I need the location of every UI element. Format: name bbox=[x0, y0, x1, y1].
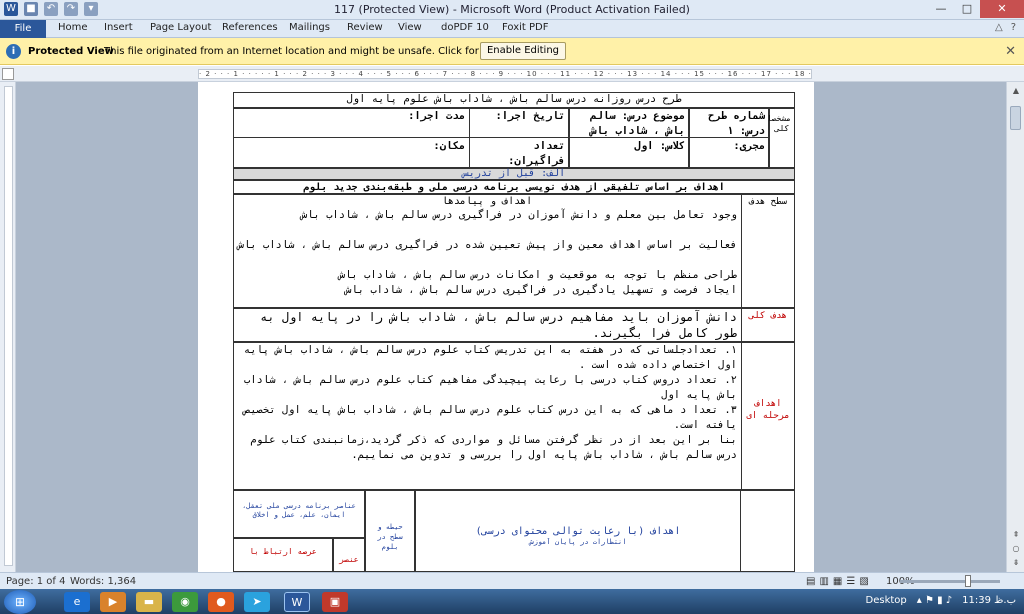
tab-selector-button[interactable] bbox=[2, 68, 14, 80]
goals-item-3: طراحی منظم با توجه به موقعیت و امکانات د… bbox=[338, 269, 737, 281]
file-explorer-icon[interactable]: ▬ bbox=[136, 592, 162, 612]
horizontal-ruler-row: · 2 · · · 1 · · · · · 1 · · · 2 · · · 3 … bbox=[0, 66, 1024, 82]
close-message-bar-icon[interactable]: ✕ bbox=[1005, 44, 1016, 59]
lesson-plan-table[interactable]: طرح درس روزانه درس سالم باش ، شاداب باش … bbox=[233, 92, 795, 572]
stage-goal-2: ۲. تعداد دروس کتاب درسی با رعایت پیچیدگی… bbox=[243, 374, 737, 401]
web-layout-icon[interactable]: ▦ bbox=[833, 576, 842, 587]
subject: موضوع درس: سالم باش ، شاداب باش bbox=[590, 110, 685, 137]
title-bar: W ■ ↶ ↷ ▾ 117 (Protected View) - Microso… bbox=[0, 0, 1024, 20]
stage-goal-1: ۱. تعدادجلساتی که در هفته به این تدریس ک… bbox=[243, 344, 737, 371]
stage-goals-label: اهداف مرحله ای bbox=[746, 399, 790, 421]
section-a-title: الف: قبل از تدریس bbox=[462, 168, 566, 179]
word-count[interactable]: Words: 1,364 bbox=[70, 576, 136, 587]
objectives-header: اهداف بر اساس تلفیقی از هدف نویسی برنامه… bbox=[303, 182, 725, 193]
horizontal-ruler[interactable]: · 2 · · · 1 · · · · · 1 · · · 2 · · · 3 … bbox=[198, 69, 812, 79]
exec-date: تاریخ اجرا: bbox=[495, 110, 565, 122]
vertical-ruler bbox=[0, 82, 16, 572]
protected-view-label: Protected View bbox=[28, 46, 114, 57]
start-button[interactable]: ⊞ bbox=[4, 590, 36, 614]
minimize-button[interactable]: — bbox=[928, 0, 954, 18]
window-controls: — □ ✕ bbox=[928, 0, 1024, 18]
element-label: عنصر bbox=[339, 555, 359, 564]
side-label: مشخصات کلی bbox=[769, 114, 791, 133]
goals-item-2: فعالیت بر اساس اهداف معین واز پیش تعیین … bbox=[237, 239, 737, 251]
print-layout-icon[interactable]: ▤ bbox=[806, 576, 815, 587]
tab-foxit-pdf[interactable]: Foxit PDF bbox=[502, 22, 548, 33]
instructor: مجری: bbox=[733, 140, 765, 152]
relation-label: عرصه ارتباط با bbox=[249, 547, 317, 556]
full-screen-icon[interactable]: ▥ bbox=[819, 576, 828, 587]
general-goal-label: هدف کلی bbox=[749, 311, 787, 321]
tab-view[interactable]: View bbox=[398, 22, 422, 33]
scroll-thumb[interactable] bbox=[1010, 106, 1021, 130]
close-button[interactable]: ✕ bbox=[980, 0, 1024, 18]
draft-icon[interactable]: ▧ bbox=[859, 576, 868, 587]
status-bar: Page: 1 of 4 Words: 1,364 ▤ ▥ ▦ ☰ ▧ 100% bbox=[0, 572, 1024, 589]
zoom-slider-thumb[interactable] bbox=[965, 575, 971, 587]
help-icon[interactable]: ? bbox=[1011, 22, 1016, 33]
clock[interactable]: 11:39 ب.ظ bbox=[962, 595, 1016, 606]
word-window: W ■ ↶ ↷ ▾ 117 (Protected View) - Microso… bbox=[0, 0, 1024, 614]
tab-insert[interactable]: Insert bbox=[104, 22, 133, 33]
header-title: طرح درس روزانه درس سالم باش ، شاداب باش … bbox=[346, 93, 682, 105]
tab-mailings[interactable]: Mailings bbox=[289, 22, 330, 33]
general-goal: دانش آموزان باید مفاهیم درس سالم باش ، ش… bbox=[260, 310, 737, 340]
tab-home[interactable]: Home bbox=[58, 22, 88, 33]
stage-goal-4: بنا بر این بعد از در نظر گرفتن مسائل و م… bbox=[250, 434, 737, 461]
windows-taskbar: ⊞ e ▶ ▬ ◉ ● ➤ W ▣ Desktop ▴ ⚑ ▮ ♪ 11:39 … bbox=[0, 589, 1024, 614]
select-browse-object-icon[interactable]: ○ bbox=[1007, 544, 1024, 553]
domain-label: حیطه و سطح در بلوم bbox=[377, 523, 403, 551]
next-page-icon[interactable]: ⇟ bbox=[1007, 558, 1024, 567]
ribbon-tabs: File Home Insert Page Layout References … bbox=[0, 20, 1024, 38]
place: مکان: bbox=[433, 140, 465, 152]
goals-item-4: ایجاد فرصت و تسهیل یادگیری در فراگیری در… bbox=[345, 284, 737, 296]
chrome-icon[interactable]: ◉ bbox=[172, 592, 198, 612]
desktop-label[interactable]: Desktop bbox=[866, 595, 907, 606]
national-elements: عناصر برنامه درسی ملی تعقل، ایمان، علم، … bbox=[242, 502, 356, 519]
stage-goal-3: ۳. تعدا د ماهی که به این درس کتاب علوم د… bbox=[243, 404, 737, 431]
bottom-goals-sub: انتظارات در پایان آموزش bbox=[529, 538, 627, 546]
window-title: 117 (Protected View) - Microsoft Word (P… bbox=[334, 3, 690, 16]
vertical-ruler-strip[interactable] bbox=[4, 86, 13, 566]
firefox-icon[interactable]: ● bbox=[208, 592, 234, 612]
goals-title: اهداف و پیامدها bbox=[441, 196, 533, 207]
bottom-goals: اهداف (با رعایت توالی محتوای درسی) bbox=[475, 526, 681, 537]
app-taskbar-icon[interactable]: ▣ bbox=[322, 592, 348, 612]
tab-references[interactable]: References bbox=[222, 22, 278, 33]
goals-label-col bbox=[741, 194, 795, 308]
duration: مدت اجرا: bbox=[408, 110, 465, 122]
goals-item-1: وجود تعامل بین معلم و دانش آموزان در فرا… bbox=[300, 209, 737, 221]
tab-review[interactable]: Review bbox=[347, 22, 383, 33]
enable-editing-button[interactable]: Enable Editing bbox=[480, 42, 566, 60]
info-icon: i bbox=[6, 44, 21, 59]
tab-page-layout[interactable]: Page Layout bbox=[150, 22, 211, 33]
previous-page-icon[interactable]: ⇞ bbox=[1007, 530, 1024, 539]
minimize-ribbon-icon[interactable]: △ bbox=[995, 22, 1003, 33]
tab-file[interactable]: File bbox=[0, 20, 46, 38]
ribbon-right-icons: △ ? bbox=[995, 22, 1016, 33]
maximize-button[interactable]: □ bbox=[954, 0, 980, 18]
page-count[interactable]: Page: 1 of 4 bbox=[6, 576, 65, 587]
word-taskbar-icon[interactable]: W bbox=[284, 592, 310, 612]
media-player-icon[interactable]: ▶ bbox=[100, 592, 126, 612]
internet-explorer-icon[interactable]: e bbox=[64, 592, 90, 612]
level-goal-label: سطح هدف bbox=[749, 197, 787, 207]
vertical-scrollbar[interactable]: ▲ ⇞ ○ ⇟ bbox=[1006, 82, 1024, 572]
tray-icons[interactable]: ▴ ⚑ ▮ ♪ bbox=[917, 595, 952, 606]
scroll-up-icon[interactable]: ▲ bbox=[1007, 86, 1024, 95]
class-label: کلاس: اول bbox=[634, 140, 685, 152]
protected-view-bar: i Protected View This file originated fr… bbox=[0, 38, 1024, 65]
telegram-icon[interactable]: ➤ bbox=[244, 592, 270, 612]
zoom-slider[interactable] bbox=[900, 580, 1000, 583]
learners-count: تعداد فراگیران: bbox=[508, 140, 565, 167]
plan-number: شماره طرح درس: ۱ bbox=[708, 110, 765, 137]
outline-icon[interactable]: ☰ bbox=[846, 576, 855, 587]
view-buttons: ▤ ▥ ▦ ☰ ▧ bbox=[806, 576, 869, 587]
system-tray: Desktop ▴ ⚑ ▮ ♪ 11:39 ب.ظ bbox=[866, 595, 1017, 606]
tab-dopdf[interactable]: doPDF 10 bbox=[441, 22, 489, 33]
